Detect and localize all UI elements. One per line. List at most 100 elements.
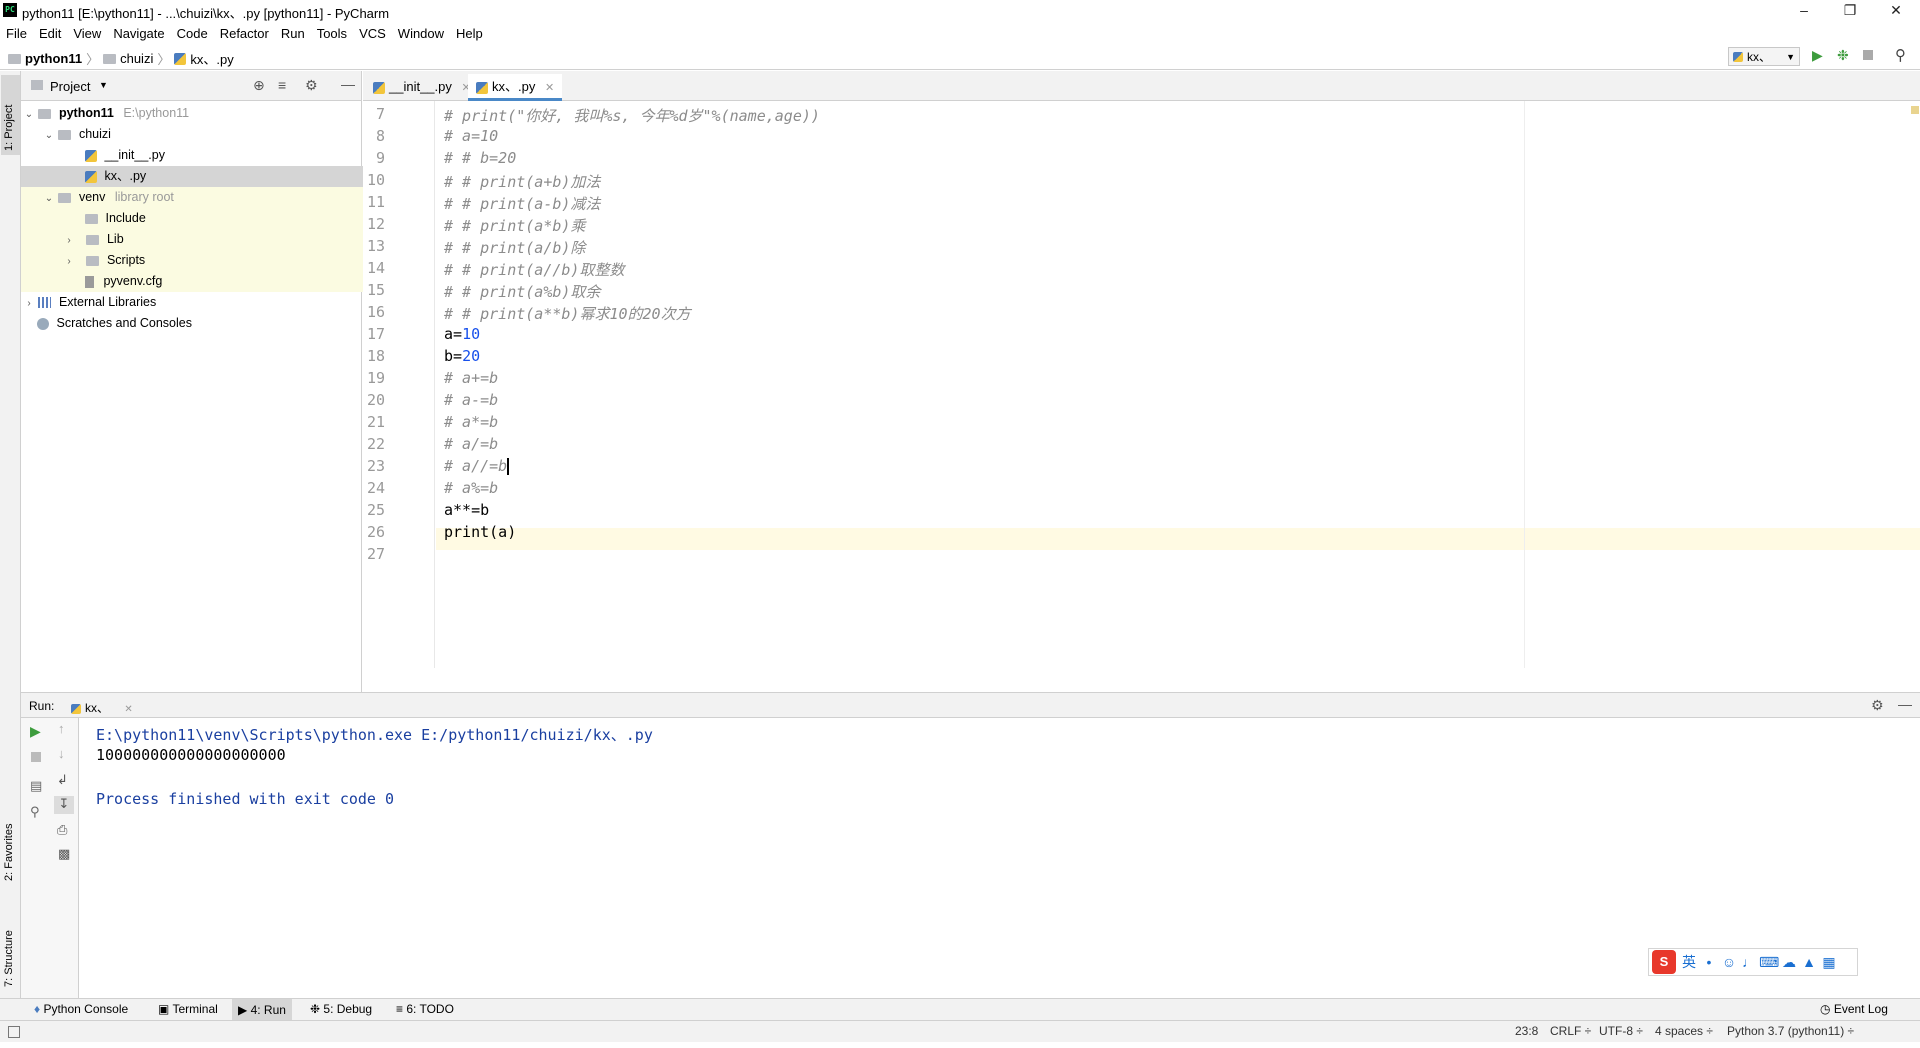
code-line[interactable]: b=20 xyxy=(444,347,480,365)
code-line[interactable]: # # print(a*b)乘 xyxy=(444,215,585,236)
hide-panel-icon[interactable]: — xyxy=(341,76,355,92)
code-editor[interactable]: # print("你好, 我叫%s, 今年%d岁"%(name,age)) # a… xyxy=(436,101,1920,668)
close-button[interactable]: ✕ xyxy=(1873,0,1919,22)
terminal-tab[interactable]: ▣ Terminal xyxy=(158,1002,218,1016)
menu-help[interactable]: Help xyxy=(456,26,483,41)
breadcrumb-file[interactable]: kx、.py xyxy=(190,49,233,68)
code-line[interactable]: # a%=b xyxy=(444,479,498,497)
run-tab[interactable]: kx、 ✕ xyxy=(71,699,133,716)
grid-icon[interactable]: ▦ xyxy=(1819,954,1839,971)
code-line[interactable]: # # print(a/b)除 xyxy=(444,237,585,258)
favorites-tool-label[interactable]: 2: Favorites xyxy=(3,824,15,881)
code-line[interactable]: # # print(a//b)取整数 xyxy=(444,259,624,280)
python-interpreter[interactable]: Python 3.7 (python11) ÷ xyxy=(1727,1024,1854,1038)
menu-window[interactable]: Window xyxy=(398,26,444,41)
structure-tool-label[interactable]: 7: Structure xyxy=(3,930,15,987)
menu-navigate[interactable]: Navigate xyxy=(113,26,164,41)
close-tab-icon[interactable]: ✕ xyxy=(545,82,554,94)
indent-setting[interactable]: 4 spaces ÷ xyxy=(1655,1024,1713,1038)
debug-tab[interactable]: ❉ 5: Debug xyxy=(310,1002,372,1016)
code-line[interactable]: a**=b xyxy=(444,501,489,519)
code-line[interactable]: # print("你好, 我叫%s, 今年%d岁"%(name,age)) xyxy=(444,105,820,126)
project-tool-label[interactable]: 1: Project xyxy=(3,105,15,151)
caret-position[interactable]: 23:8 xyxy=(1515,1024,1538,1038)
code-line[interactable]: # a=10 xyxy=(444,127,498,145)
trash-icon[interactable]: ▩ xyxy=(58,846,70,862)
tab-init-py[interactable]: __init__.py ✕ xyxy=(365,74,479,100)
gear-icon[interactable]: ⚙ xyxy=(305,77,318,94)
rerun-icon[interactable]: ▶ xyxy=(30,723,41,740)
ime-language-toggle[interactable]: 英 xyxy=(1679,952,1699,972)
project-view-selector[interactable]: Project xyxy=(50,79,90,94)
run-icon[interactable]: ▶ xyxy=(1812,47,1823,64)
tree-item-chuizi[interactable]: ⌄ chuizi xyxy=(21,124,383,145)
skin-icon[interactable]: ☁ xyxy=(1779,954,1799,971)
run-config-selector[interactable]: kx、 ▼ xyxy=(1728,47,1800,66)
event-log-tab[interactable]: ◷ Event Log xyxy=(1820,1002,1888,1016)
code-line[interactable]: # a-=b xyxy=(444,391,498,409)
tree-item-external-libraries[interactable]: › External Libraries xyxy=(21,292,363,313)
locate-icon[interactable]: ⊕ xyxy=(253,77,265,94)
tree-item-venv[interactable]: ⌄ venv library root xyxy=(21,187,383,208)
breadcrumb-project[interactable]: python11 xyxy=(25,51,82,66)
keyboard-icon[interactable]: ⌨ xyxy=(1759,954,1779,971)
soft-wrap-icon[interactable]: ↲ xyxy=(57,772,68,788)
menu-file[interactable]: File xyxy=(6,26,27,41)
maximize-button[interactable]: ❐ xyxy=(1827,0,1873,22)
code-line[interactable]: # a//=b xyxy=(444,457,510,475)
pin-icon[interactable]: ⚲ xyxy=(30,804,40,820)
menu-refactor[interactable]: Refactor xyxy=(220,26,269,41)
tree-item-lib[interactable]: › Lib xyxy=(21,229,403,250)
code-line[interactable]: # # print(a-b)减法 xyxy=(444,193,600,214)
file-encoding[interactable]: UTF-8 ÷ xyxy=(1599,1024,1643,1038)
code-text: # # print(a%b)取余 xyxy=(444,283,601,301)
code-line[interactable]: # a*=b xyxy=(444,413,498,431)
code-line[interactable]: a=10 xyxy=(444,325,480,343)
collapse-all-icon[interactable]: ≡ xyxy=(278,77,286,93)
code-line[interactable]: print(a) xyxy=(444,523,516,541)
inspection-indicator[interactable] xyxy=(1911,106,1919,114)
scroll-to-end-icon[interactable]: ↧ xyxy=(54,796,74,814)
code-line[interactable]: # # print(a+b)加法 xyxy=(444,171,600,192)
code-line[interactable]: # a+=b xyxy=(444,369,498,387)
breadcrumb-folder[interactable]: chuizi xyxy=(120,51,153,66)
python-console-tab[interactable]: ♦ Python Console xyxy=(34,1002,128,1016)
menu-edit[interactable]: Edit xyxy=(39,26,61,41)
up-arrow-icon[interactable]: ↑ xyxy=(58,721,65,736)
tshirt-icon[interactable]: ▲ xyxy=(1799,954,1819,970)
down-arrow-icon[interactable]: ↓ xyxy=(58,746,65,761)
tree-item-scripts[interactable]: › Scripts xyxy=(21,250,403,271)
tab-kx-py[interactable]: kx、.py ✕ xyxy=(468,74,563,101)
code-line[interactable]: # # print(a**b)幂求10的20次方 xyxy=(444,303,691,324)
menu-code[interactable]: Code xyxy=(177,26,208,41)
search-icon[interactable]: ⚲ xyxy=(1895,46,1906,64)
run-tool-tab[interactable]: ▶ 4: Run xyxy=(232,999,292,1021)
menu-tools[interactable]: Tools xyxy=(317,26,347,41)
tree-item-scratches[interactable]: Scratches and Consoles xyxy=(21,313,377,334)
microphone-icon[interactable]: ♩ xyxy=(1739,954,1759,970)
close-tab-icon[interactable]: ✕ xyxy=(124,704,132,715)
gear-icon[interactable]: ⚙ xyxy=(1871,697,1884,714)
debug-icon[interactable]: ❉ xyxy=(1837,47,1849,64)
run-console-output[interactable]: E:\python11\venv\Scripts\python.exe E:/p… xyxy=(80,718,1920,998)
stop-icon[interactable] xyxy=(1863,50,1873,60)
todo-tab[interactable]: ≡ 6: TODO xyxy=(396,1002,454,1016)
ime-toolbar[interactable]: S 英 • ☺ ♩ ⌨ ☁ ▲ ▦ xyxy=(1648,948,1858,976)
line-separator[interactable]: CRLF ÷ xyxy=(1550,1024,1591,1038)
stop-icon[interactable] xyxy=(31,752,41,762)
menu-vcs[interactable]: VCS xyxy=(359,26,386,41)
minimize-button[interactable]: – xyxy=(1781,0,1827,22)
hide-panel-icon[interactable]: — xyxy=(1898,696,1912,712)
menu-view[interactable]: View xyxy=(73,26,101,41)
menu-run[interactable]: Run xyxy=(281,26,305,41)
toggle-tool-windows-icon[interactable] xyxy=(8,1026,20,1038)
restore-layout-icon[interactable]: ▤ xyxy=(30,778,42,794)
chevron-down-icon[interactable]: ▼ xyxy=(99,80,108,90)
emoji-icon[interactable]: ☺ xyxy=(1719,954,1739,970)
print-icon[interactable]: ⎙ xyxy=(57,822,67,838)
code-line[interactable]: # a/=b xyxy=(444,435,498,453)
code-line[interactable]: # # b=20 xyxy=(444,149,516,167)
tree-item-python11[interactable]: ⌄ python11 E:\python11 xyxy=(21,103,363,124)
punctuation-icon[interactable]: • xyxy=(1699,954,1719,970)
code-line[interactable]: # # print(a%b)取余 xyxy=(444,281,600,302)
